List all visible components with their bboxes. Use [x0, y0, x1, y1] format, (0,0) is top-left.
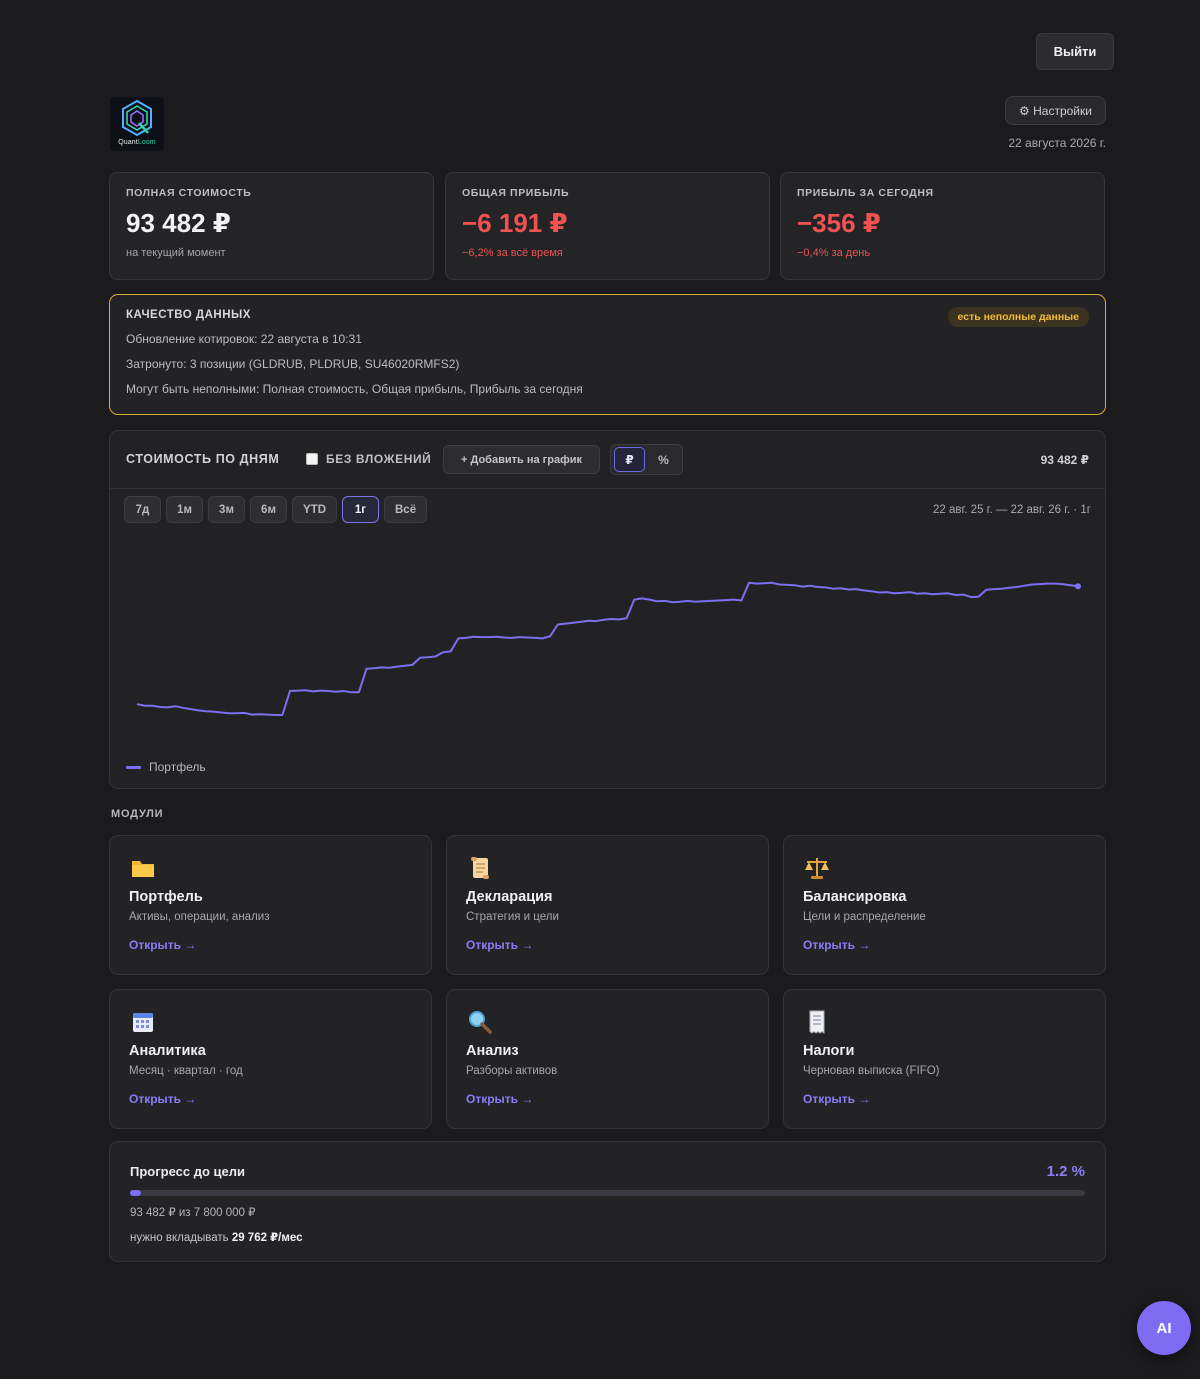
- module-card-rebalancing[interactable]: Балансировка Цели и распределение Открыт…: [783, 835, 1106, 975]
- stat-value: 93 482 ₽: [126, 208, 231, 238]
- stat-value: −356 ₽: [797, 208, 881, 238]
- goal-progress-track: [130, 1190, 1085, 1196]
- unit-percent-button[interactable]: %: [648, 447, 679, 472]
- module-open-link[interactable]: Открыть →: [129, 1092, 196, 1106]
- unit-switch: ₽ %: [610, 444, 683, 475]
- data-quality-title: КАЧЕСТВО ДАННЫХ: [126, 309, 251, 321]
- stat-subtitle: на текущий момент: [126, 247, 226, 259]
- chart-legend: Портфель: [126, 760, 206, 774]
- module-description: Месяц · квартал · год: [129, 1065, 243, 1077]
- stat-title: ПОЛНАЯ СТОИМОСТЬ: [126, 187, 252, 199]
- module-title: Декларация: [466, 889, 553, 905]
- stat-card-today-profit: ПРИБЫЛЬ ЗА СЕГОДНЯ −356 ₽ −0,4% за день: [780, 172, 1105, 280]
- module-card-analysis[interactable]: Анализ Разборы активов Открыть →: [446, 989, 769, 1129]
- stat-title: ПРИБЫЛЬ ЗА СЕГОДНЯ: [797, 187, 934, 199]
- series-line-portfolio: [136, 581, 1079, 716]
- incomplete-data-badge: есть неполные данные: [947, 307, 1089, 327]
- possibly-incomplete-line: Могут быть неполными: Полная стоимость, …: [126, 382, 583, 396]
- module-title: Аналитика: [129, 1043, 206, 1059]
- range-all-button[interactable]: Всё: [384, 496, 428, 523]
- module-description: Разборы активов: [466, 1065, 558, 1077]
- goal-monthly-need: нужно вкладывать 29 762 ₽/мес: [130, 1232, 303, 1244]
- module-open-link[interactable]: Открыть →: [466, 1092, 533, 1106]
- portfolio-line-chart: [136, 581, 1081, 716]
- stat-card-total-profit: ОБЩАЯ ПРИБЫЛЬ −6 191 ₽ −6,2% за всё врем…: [445, 172, 770, 280]
- magnifier-icon: [469, 1011, 492, 1034]
- legend-swatch-portfolio: [126, 765, 141, 769]
- scroll-icon: [471, 857, 489, 879]
- range-7d-button[interactable]: 7д: [124, 496, 161, 523]
- unit-rub-button[interactable]: ₽: [614, 447, 646, 472]
- no-deposits-toggle[interactable]: БЕЗ ВЛОЖЕНИЙ: [306, 452, 431, 466]
- goal-title: Прогресс до цели: [130, 1164, 245, 1179]
- range-3m-button[interactable]: 3м: [208, 496, 245, 523]
- chart-header: СТОИМОСТЬ ПО ДНЯМ БЕЗ ВЛОЖЕНИЙ + Добавит…: [110, 431, 1105, 489]
- settings-button[interactable]: ⚙ Настройки: [1005, 96, 1106, 125]
- module-title: Балансировка: [803, 889, 907, 905]
- range-6m-button[interactable]: 6м: [250, 496, 287, 523]
- module-card-declaration[interactable]: Декларация Стратегия и цели Открыть →: [446, 835, 769, 975]
- stat-title: ОБЩАЯ ПРИБЫЛЬ: [462, 187, 570, 199]
- stat-subtitle: −6,2% за всё время: [462, 247, 563, 259]
- module-title: Анализ: [466, 1043, 519, 1059]
- no-deposits-label: БЕЗ ВЛОЖЕНИЙ: [326, 452, 432, 466]
- goal-progress-fill: [130, 1190, 142, 1196]
- stat-card-total-value: ПОЛНАЯ СТОИМОСТЬ 93 482 ₽ на текущий мом…: [109, 172, 434, 280]
- module-description: Активы, операции, анализ: [129, 911, 270, 923]
- module-title: Портфель: [129, 889, 203, 905]
- range-1m-button[interactable]: 1м: [166, 496, 203, 523]
- module-open-link[interactable]: Открыть →: [803, 1092, 870, 1106]
- quotes-update-line: Обновление котировок: 22 августа в 10:31: [126, 332, 362, 346]
- stat-subtitle: −0,4% за день: [797, 247, 871, 259]
- modules-section-label: МОДУЛИ: [111, 808, 164, 820]
- module-description: Цели и распределение: [803, 911, 926, 923]
- module-title: Налоги: [803, 1043, 855, 1059]
- series-last-point: [1075, 583, 1081, 590]
- daily-value-chart-panel: СТОИМОСТЬ ПО ДНЯМ БЕЗ ВЛОЖЕНИЙ + Добавит…: [109, 430, 1106, 789]
- no-deposits-checkbox[interactable]: [306, 453, 318, 465]
- module-open-link[interactable]: Открыть →: [129, 938, 196, 952]
- module-description: Стратегия и цели: [466, 911, 559, 923]
- goal-amount-line: 93 482 ₽ из 7 800 000 ₽: [130, 1207, 256, 1219]
- module-open-link[interactable]: Открыть →: [803, 938, 870, 952]
- range-dates-label: 22 авг. 25 г. — 22 авг. 26 г. · 1г: [933, 504, 1091, 516]
- chart-title: СТОИМОСТЬ ПО ДНЯМ: [126, 452, 280, 466]
- add-to-chart-button[interactable]: + Добавить на график: [443, 445, 600, 474]
- module-open-link[interactable]: Открыть →: [466, 938, 533, 952]
- module-card-analytics[interactable]: Аналитика Месяц · квартал · год Открыть …: [109, 989, 432, 1129]
- module-card-portfolio[interactable]: Портфель Активы, операции, анализ Открыт…: [109, 835, 432, 975]
- goal-monthly-amount: 29 762 ₽/мес: [231, 1232, 303, 1244]
- scales-icon: [805, 858, 829, 879]
- stat-value: −6 191 ₽: [462, 208, 568, 238]
- legend-label-portfolio: Портфель: [149, 760, 206, 774]
- range-ytd-button[interactable]: YTD: [292, 496, 337, 523]
- module-card-taxes[interactable]: Налоги Черновая выписка (FIFO) Открыть →: [783, 989, 1106, 1129]
- logout-button[interactable]: Выйти: [1036, 33, 1114, 70]
- logo-wordmark: QuantLoom: [118, 139, 156, 146]
- folder-icon: [132, 861, 154, 877]
- range-1y-button[interactable]: 1г: [342, 496, 379, 523]
- module-description: Черновая выписка (FIFO): [803, 1065, 940, 1077]
- chart-total-value: 93 482 ₽: [1040, 453, 1089, 467]
- goal-progress-panel: Прогресс до цели 1.2 % 93 482 ₽ из 7 800…: [109, 1141, 1106, 1262]
- goal-percent: 1.2 %: [1046, 1163, 1085, 1180]
- receipt-icon: [809, 1010, 825, 1034]
- affected-positions-line: Затронуто: 3 позиции (GLDRUB, PLDRUB, SU…: [126, 357, 460, 371]
- ai-assistant-button[interactable]: AI: [1137, 1301, 1191, 1355]
- quantloom-logo: QuantLoom: [110, 97, 164, 151]
- current-date: 22 августа 2026 г.: [1008, 136, 1106, 150]
- range-selector: 7д 1м 3м 6м YTD 1г Всё: [124, 496, 428, 523]
- data-quality-panel: КАЧЕСТВО ДАННЫХ есть неполные данные Обн…: [109, 294, 1106, 415]
- calendar-icon: [133, 1013, 153, 1032]
